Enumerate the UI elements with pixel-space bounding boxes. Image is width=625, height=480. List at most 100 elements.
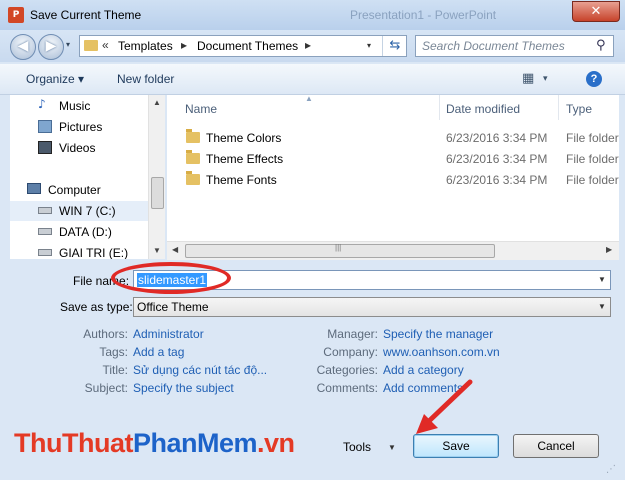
tools-menu[interactable]: Tools xyxy=(343,440,371,454)
chevron-down-icon[interactable]: ▼ xyxy=(598,275,606,284)
horizontal-scrollbar[interactable]: ◀ ||| ▶ xyxy=(167,241,619,260)
save-type-label: Save as type: xyxy=(60,300,133,314)
command-bar: Organize ▾ New folder ▦ ▾ ? xyxy=(0,64,625,95)
sidebar-item-pictures[interactable]: Pictures xyxy=(10,117,148,137)
breadcrumb-overflow[interactable]: « xyxy=(102,38,109,52)
file-date: 6/23/2016 3:34 PM xyxy=(446,131,548,145)
meta-label-manager: Manager: xyxy=(327,327,378,341)
navigation-pane: ♪ Music Pictures Videos Computer WIN 7 (… xyxy=(10,95,148,259)
meta-subject[interactable]: Specify the subject xyxy=(133,381,234,395)
drive-icon xyxy=(38,249,52,256)
file-type: File folder xyxy=(566,173,619,187)
sidebar-item-drive-d[interactable]: DATA (D:) xyxy=(10,222,148,242)
new-folder-button[interactable]: New folder xyxy=(117,72,174,86)
tools-dropdown-icon[interactable]: ▼ xyxy=(388,443,396,452)
meta-manager[interactable]: Specify the manager xyxy=(383,327,493,341)
computer-icon xyxy=(27,183,41,194)
powerpoint-icon: P xyxy=(8,7,24,23)
meta-label-comments: Comments: xyxy=(316,381,378,395)
watermark-part: .vn xyxy=(257,428,295,458)
meta-label-company: Company: xyxy=(323,345,378,359)
search-input[interactable]: Search Document Themes ⚲ xyxy=(415,35,614,57)
recent-locations-dropdown-icon[interactable]: ▾ xyxy=(66,40,70,49)
chevron-right-icon[interactable]: ▸ xyxy=(181,38,187,52)
close-button[interactable]: ✕ xyxy=(572,1,620,22)
file-type: File folder xyxy=(566,131,619,145)
address-row: ◀ ▶ ▾ « Templates ▸ Document Themes ▸ ▾ … xyxy=(0,30,625,62)
table-row[interactable]: Theme Fonts 6/23/2016 3:34 PM File folde… xyxy=(167,169,619,190)
sidebar-item-label: WIN 7 (C:) xyxy=(59,204,116,218)
resize-grip-icon[interactable]: ⋰ xyxy=(606,464,616,475)
column-header-label: Date modified xyxy=(446,102,521,116)
sidebar-item-label: Computer xyxy=(48,183,101,197)
search-icon[interactable]: ⚲ xyxy=(596,38,606,53)
breadcrumb-templates[interactable]: Templates xyxy=(118,39,173,53)
sidebar-item-drive-c[interactable]: WIN 7 (C:) xyxy=(10,201,148,221)
meta-authors[interactable]: Administrator xyxy=(133,327,204,341)
folder-icon xyxy=(84,40,98,51)
table-row[interactable]: Theme Effects 6/23/2016 3:34 PM File fol… xyxy=(167,148,619,169)
save-dialog: P Save Current Theme Presentation1 - Pow… xyxy=(0,0,625,480)
music-icon: ♪ xyxy=(38,97,46,111)
file-list: ▲ Name Date modified Type Theme Colors 6… xyxy=(167,95,619,259)
sidebar-item-label: Pictures xyxy=(59,120,103,134)
meta-label-categories: Categories: xyxy=(316,363,378,377)
address-dropdown-icon[interactable]: ▾ xyxy=(367,41,371,50)
sidebar-item-label: DATA (D:) xyxy=(59,225,112,239)
chevron-down-icon[interactable]: ▼ xyxy=(598,302,606,311)
meta-company[interactable]: www.oanhson.com.vn xyxy=(383,345,500,359)
meta-tags[interactable]: Add a tag xyxy=(133,345,184,359)
column-header-type[interactable]: Type xyxy=(559,95,619,120)
meta-comments[interactable]: Add comments xyxy=(383,381,463,395)
sidebar-item-music[interactable]: ♪ Music xyxy=(10,96,148,116)
address-bar[interactable]: « Templates ▸ Document Themes ▸ ▾ ⇆ xyxy=(79,35,407,57)
column-header-date[interactable]: Date modified xyxy=(440,95,558,120)
scroll-down-icon[interactable]: ▼ xyxy=(153,246,161,255)
column-header-name[interactable]: Name xyxy=(167,95,439,120)
help-icon[interactable]: ? xyxy=(586,71,602,87)
back-button[interactable]: ◀ xyxy=(10,34,36,60)
sidebar-item-drive-e[interactable]: GIAI TRI (E:) xyxy=(10,243,148,259)
scroll-right-icon[interactable]: ▶ xyxy=(606,245,612,254)
save-type-select[interactable]: Office Theme ▼ xyxy=(133,297,611,317)
drive-icon xyxy=(38,207,52,214)
scroll-left-icon[interactable]: ◀ xyxy=(172,245,178,254)
window-title: Save Current Theme xyxy=(30,8,142,22)
file-type: File folder xyxy=(566,152,619,166)
background-window-title: Presentation1 - PowerPoint xyxy=(350,8,497,22)
refresh-icon[interactable]: ⇆ xyxy=(382,36,407,56)
column-header-label: Type xyxy=(566,102,593,116)
cancel-button[interactable]: Cancel xyxy=(513,434,599,458)
meta-label-title: Title: xyxy=(102,363,128,377)
meta-label-authors: Authors: xyxy=(83,327,128,341)
folder-icon xyxy=(186,171,200,185)
scrollbar-thumb[interactable] xyxy=(151,177,164,209)
forward-button[interactable]: ▶ xyxy=(38,34,64,60)
watermark-part: PhanMem xyxy=(132,428,258,458)
navigation-scrollbar[interactable]: ▲ ▼ xyxy=(148,95,165,259)
view-icon[interactable]: ▦ xyxy=(522,71,534,86)
view-dropdown-icon[interactable]: ▾ xyxy=(543,74,548,84)
file-name: Theme Fonts xyxy=(206,173,277,187)
folder-icon xyxy=(186,150,200,164)
scroll-up-icon[interactable]: ▲ xyxy=(153,98,161,107)
table-row[interactable]: Theme Colors 6/23/2016 3:34 PM File fold… xyxy=(167,127,619,148)
meta-title[interactable]: Sử dụng các nút tác độ... xyxy=(133,363,267,377)
watermark-logo: ThuThuatPhanMem.vn xyxy=(14,428,295,459)
sidebar-item-label: Music xyxy=(59,99,91,113)
sidebar-item-videos[interactable]: Videos xyxy=(10,138,148,158)
chevron-right-icon[interactable]: ▸ xyxy=(305,38,311,52)
meta-categories[interactable]: Add a category xyxy=(383,363,464,377)
save-type-value: Office Theme xyxy=(137,300,209,314)
organize-button[interactable]: Organize ▾ xyxy=(26,72,84,86)
meta-label-subject: Subject: xyxy=(84,381,128,395)
scrollbar-grip: ||| xyxy=(335,243,342,252)
save-button[interactable]: Save xyxy=(413,434,499,458)
folder-icon xyxy=(186,129,200,143)
file-date: 6/23/2016 3:34 PM xyxy=(446,173,548,187)
sidebar-item-computer[interactable]: Computer xyxy=(10,180,148,200)
title-bar: P Save Current Theme Presentation1 - Pow… xyxy=(0,0,625,30)
breadcrumb-document-themes[interactable]: Document Themes xyxy=(197,39,298,53)
file-name: Theme Colors xyxy=(206,131,282,145)
meta-label-tags: Tags: xyxy=(99,345,128,359)
